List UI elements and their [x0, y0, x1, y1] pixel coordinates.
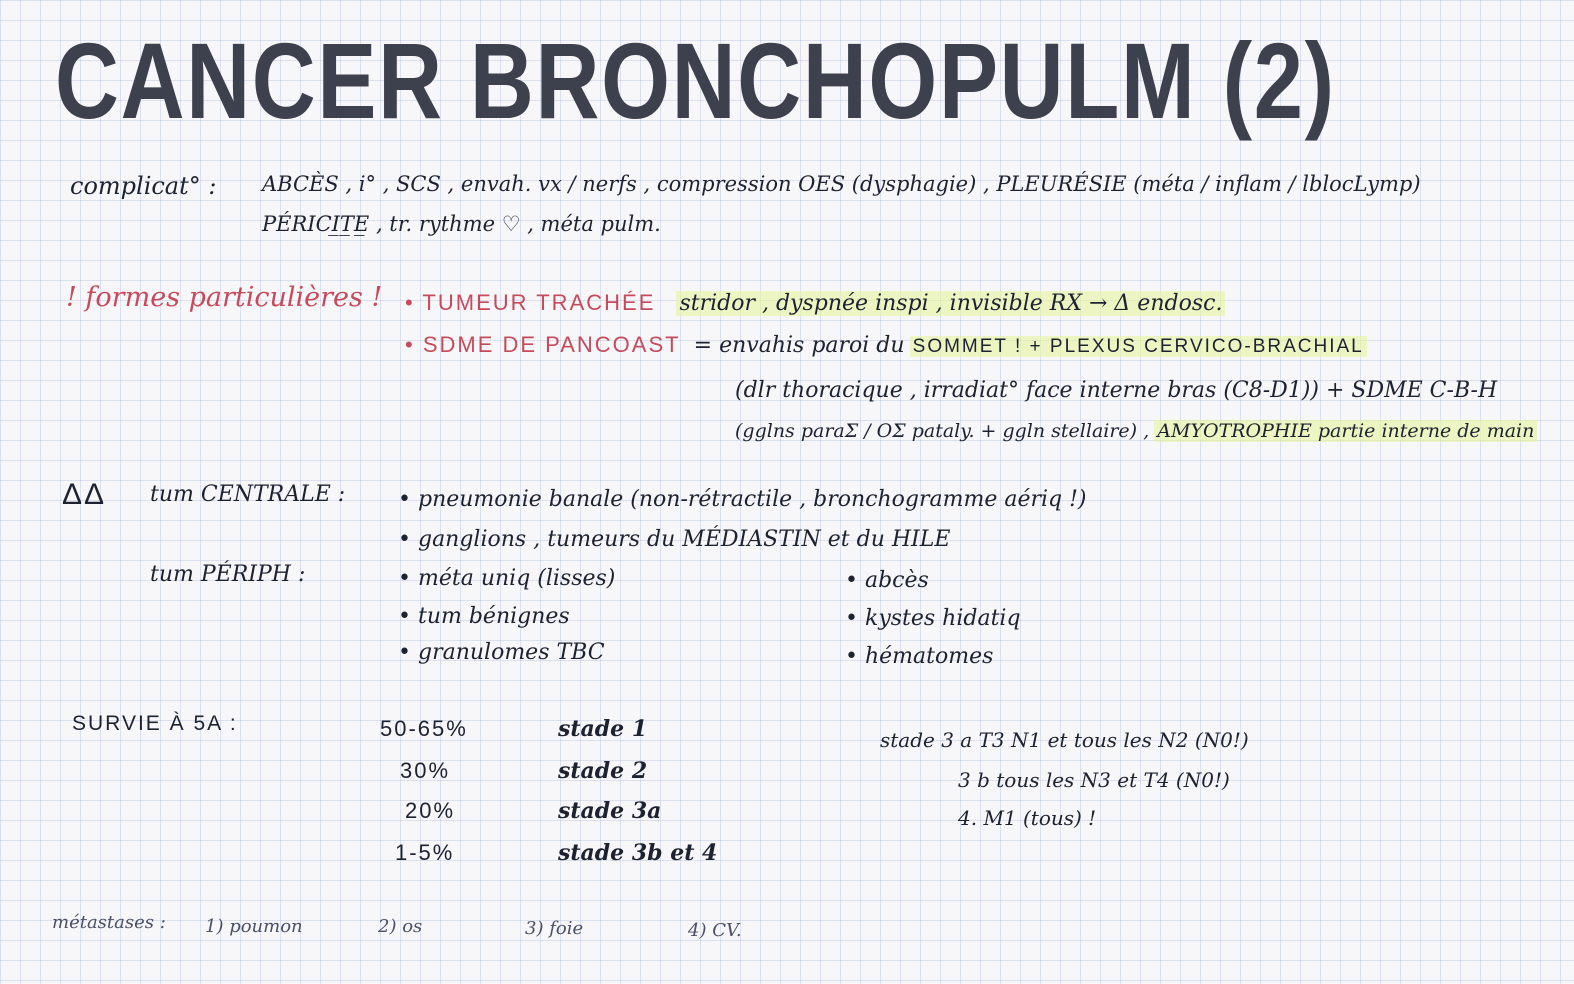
stade-note: 4. M1 (tous) !: [958, 806, 1097, 830]
stade-note: stade 3 a T3 N1 et tous les N2 (N0!): [880, 728, 1249, 752]
forme-desc-prefix: = envahis paroi du: [693, 333, 905, 358]
dd-centrale-item: pneumonie banale (non-rétractile , bronc…: [398, 487, 1087, 512]
dd-label: ΔΔ: [62, 478, 107, 511]
survie-pct: 1-5%: [395, 840, 455, 865]
dd-periph-item: abcès: [845, 568, 929, 593]
pancoast-line-3-prefix: (gglns paraΣ / OΣ pataly. + ggln stellai…: [735, 420, 1150, 442]
survie-pct: 30%: [400, 758, 451, 783]
dd-centrale-item: ganglions , tumeurs du MÉDIASTIN et du H…: [398, 527, 950, 552]
forme-desc: stridor , dyspnée inspi , invisible RX →…: [676, 291, 1226, 316]
survie-pct: 50-65%: [380, 716, 468, 741]
dd-centrale-label: tum CENTRALE :: [150, 482, 346, 507]
metastases-item: 1) poumon: [205, 916, 303, 937]
dd-periph-item: tum bénignes: [398, 604, 570, 629]
dd-periph-item: granulomes TBC: [398, 640, 605, 665]
forme-name: SDME DE PANCOAST: [405, 332, 681, 357]
dd-periph-item: kystes hidatiq: [845, 606, 1021, 631]
forme-item-trachee: TUMEUR TRACHÉE stridor , dyspnée inspi ,…: [405, 290, 1226, 316]
survie-label: SURVIE À 5A :: [72, 712, 238, 735]
complications-line-1: ABCÈS , i° , SCS , envah. vx / nerfs , c…: [262, 172, 1421, 196]
complications-label: complicat° :: [70, 172, 217, 200]
stade-note: 3 b tous les N3 et T4 (N0!): [958, 768, 1230, 792]
metastases-label: métastases :: [52, 912, 166, 933]
pancoast-line-3: (gglns paraΣ / OΣ pataly. + ggln stellai…: [735, 420, 1538, 442]
metastases-item: 4) CV.: [688, 920, 742, 941]
pancoast-line-2: (dlr thoracique , irradiat° face interne…: [735, 378, 1498, 403]
dd-periph-item: hématomes: [845, 644, 993, 669]
page-title: CANCER BRONCHOPULM (2): [55, 20, 1336, 141]
survie-stade: stade 3a: [558, 798, 662, 824]
complications-line-2: PÉRICI̲T̲E̲ , tr. rythme ♡ , méta pulm.: [262, 212, 661, 236]
dd-periph-item: méta uniq (lisses): [398, 566, 615, 591]
forme-desc-highlight: SOMMET ! + PLEXUS CERVICO-BRACHIAL: [909, 336, 1367, 357]
metastases-item: 2) os: [378, 916, 423, 937]
forme-item-pancoast: SDME DE PANCOAST = envahis paroi du SOMM…: [405, 332, 1367, 358]
survie-stade: stade 1: [558, 716, 648, 742]
survie-stade: stade 3b et 4: [558, 840, 718, 866]
survie-pct: 20%: [405, 798, 456, 823]
dd-periph-label: tum PÉRIPH :: [150, 562, 306, 587]
forme-name: TUMEUR TRACHÉE: [405, 290, 655, 315]
formes-particulieres-label: ! formes particulières !: [66, 282, 383, 313]
metastases-item: 3) foie: [525, 918, 584, 939]
survie-stade: stade 2: [558, 758, 648, 784]
pancoast-line-3-highlight: AMYOTROPHIE partie interne de main: [1154, 420, 1538, 442]
